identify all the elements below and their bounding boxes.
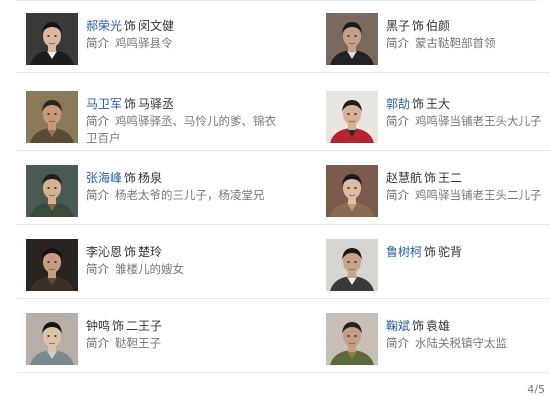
actor-photo[interactable]	[26, 313, 78, 365]
actor-name: 钟鸣	[86, 319, 111, 333]
actor-photo[interactable]	[326, 313, 378, 365]
cast-row: 马卫军饰马驿丞 简介 鸡鸣驿驿丞、马怜儿的爹、锦衣卫百户 郭劼饰王大 简介 鸡鸣驿当铺老王…	[17, 78, 550, 151]
role-description: 简介 水陆关税镇守太监	[386, 335, 550, 352]
role-description: 简介 鞑靼王子	[86, 335, 282, 352]
cast-name-line: 马卫军饰马驿丞	[86, 96, 174, 112]
cast-row: 张海峰饰杨泉 简介 杨老太爷的三儿子，杨凌堂兄 赵慧航饰王二 简介 鸡鸣驿当铺老王头二儿子	[17, 152, 550, 225]
actor-photo[interactable]	[326, 13, 378, 65]
role-name: 王大	[426, 97, 451, 111]
actor-photo[interactable]	[326, 91, 378, 143]
actor-name: 黑子	[386, 19, 411, 33]
role-description: 简介 雏楼儿的嫂女	[86, 261, 282, 278]
role-description: 简介 鸡鸣驿当铺老王头大儿子	[386, 113, 550, 130]
cast-name-line: 钟鸣饰二王子	[86, 318, 162, 334]
description-text: 鸡鸣驿县令	[115, 36, 173, 50]
role-separator: 饰	[124, 19, 137, 33]
actor-name[interactable]: 鲁树柯	[386, 245, 422, 259]
description-label: 简介	[86, 336, 109, 350]
description-label: 简介	[86, 36, 109, 50]
description-label: 简介	[386, 36, 409, 50]
description-text: 鸡鸣驿驿丞、马怜儿的爹、锦衣卫百户	[86, 114, 276, 145]
role-name: 驼背	[438, 245, 463, 259]
role-separator: 饰	[112, 319, 125, 333]
actor-photo[interactable]	[26, 165, 78, 217]
cast-row: 李沁恩饰楚玲 简介 雏楼儿的嫂女 鲁树柯饰驼背	[17, 226, 550, 299]
actor-name[interactable]: 鞠斌	[386, 319, 410, 333]
cast-list: 郝荣光饰闵文健 简介 鸡鸣驿县令 黑子饰伯颜 简介 蒙古鞑靼部首领 马卫军饰马驿丞 简介 鸡鸣驿…	[17, 0, 550, 378]
role-separator: 饰	[424, 245, 437, 259]
role-name: 闵文健	[138, 19, 175, 33]
role-name: 楚玲	[138, 245, 163, 259]
actor-photo[interactable]	[26, 13, 78, 65]
actor-photo[interactable]	[326, 165, 378, 217]
description-label: 简介	[86, 114, 109, 128]
role-separator: 饰	[124, 245, 137, 259]
role-separator: 饰	[412, 97, 425, 111]
cast-item: 李沁恩饰楚玲 简介 雏楼儿的嫂女	[17, 226, 279, 299]
role-name: 二王子	[126, 319, 163, 333]
description-text: 雏楼儿的嫂女	[115, 262, 184, 276]
cast-item: 郭劼饰王大 简介 鸡鸣驿当铺老王头大儿子	[317, 78, 550, 151]
role-description: 简介 鸡鸣驿当铺老王头二儿子	[386, 187, 550, 204]
cast-name-line: 赵慧航饰王二	[386, 170, 462, 186]
cast-item: 马卫军饰马驿丞 简介 鸡鸣驿驿丞、马怜儿的爹、锦衣卫百户	[17, 78, 279, 151]
cast-item: 鲁树柯饰驼背	[317, 226, 550, 299]
cast-name-line: 郝荣光饰闵文健	[86, 18, 174, 34]
cast-item: 黑子饰伯颜 简介 蒙古鞑靼部首领	[317, 0, 550, 73]
description-text: 杨老太爷的三儿子，杨凌堂兄	[115, 188, 265, 202]
actor-name: 赵慧航	[386, 171, 423, 185]
actor-name: 李沁恩	[86, 245, 123, 259]
actor-name[interactable]: 郝荣光	[86, 19, 122, 33]
actor-name[interactable]: 马卫军	[86, 97, 122, 111]
role-description: 简介 鸡鸣驿驿丞、马怜儿的爹、锦衣卫百户	[86, 113, 282, 147]
role-name: 杨泉	[138, 171, 163, 185]
cast-item: 郝荣光饰闵文健 简介 鸡鸣驿县令	[17, 0, 279, 73]
role-separator: 饰	[124, 171, 137, 185]
actor-name[interactable]: 郭劼	[386, 97, 410, 111]
cast-item: 张海峰饰杨泉 简介 杨老太爷的三儿子，杨凌堂兄	[17, 152, 279, 225]
description-label: 简介	[86, 188, 109, 202]
role-name: 马驿丞	[138, 97, 175, 111]
description-label: 简介	[86, 262, 109, 276]
description-text: 水陆关税镇守太监	[415, 336, 507, 350]
cast-name-line: 黑子饰伯颜	[386, 18, 450, 34]
description-text: 鸡鸣驿当铺老王头大儿子	[415, 114, 542, 128]
cast-row: 郝荣光饰闵文健 简介 鸡鸣驿县令 黑子饰伯颜 简介 蒙古鞑靼部首领	[17, 0, 550, 73]
actor-photo[interactable]	[26, 239, 78, 291]
cast-name-line: 郭劼饰王大	[386, 96, 450, 112]
cast-row: 钟鸣饰二王子 简介 鞑靼王子 鞠斌饰袁雄 简介 水陆关税镇守太监	[17, 300, 550, 373]
role-description: 简介 鸡鸣驿县令	[86, 35, 282, 52]
cast-name-line: 鲁树柯饰驼背	[386, 244, 462, 260]
description-text: 蒙古鞑靼部首领	[415, 36, 496, 50]
role-separator: 饰	[412, 319, 425, 333]
role-description: 简介 杨老太爷的三儿子，杨凌堂兄	[86, 187, 282, 204]
cast-name-line: 李沁恩饰楚玲	[86, 244, 162, 260]
cast-name-line: 张海峰饰杨泉	[86, 170, 162, 186]
actor-photo[interactable]	[326, 239, 378, 291]
description-label: 简介	[386, 188, 409, 202]
description-label: 简介	[386, 336, 409, 350]
role-separator: 饰	[124, 97, 137, 111]
description-label: 简介	[386, 114, 409, 128]
cast-name-line: 鞠斌饰袁雄	[386, 318, 450, 334]
role-name: 王二	[438, 171, 463, 185]
cast-item: 钟鸣饰二王子 简介 鞑靼王子	[17, 300, 279, 373]
description-text: 鸡鸣驿当铺老王头二儿子	[415, 188, 542, 202]
description-text: 鞑靼王子	[115, 336, 161, 350]
page-indicator: 4/5	[527, 383, 545, 396]
role-separator: 饰	[412, 19, 425, 33]
role-name: 袁雄	[426, 319, 451, 333]
actor-photo[interactable]	[26, 91, 78, 143]
cast-item: 鞠斌饰袁雄 简介 水陆关税镇守太监	[317, 300, 550, 373]
role-description: 简介 蒙古鞑靼部首领	[386, 35, 550, 52]
cast-item: 赵慧航饰王二 简介 鸡鸣驿当铺老王头二儿子	[317, 152, 550, 225]
role-name: 伯颜	[426, 19, 451, 33]
role-separator: 饰	[424, 171, 437, 185]
actor-name[interactable]: 张海峰	[86, 171, 122, 185]
